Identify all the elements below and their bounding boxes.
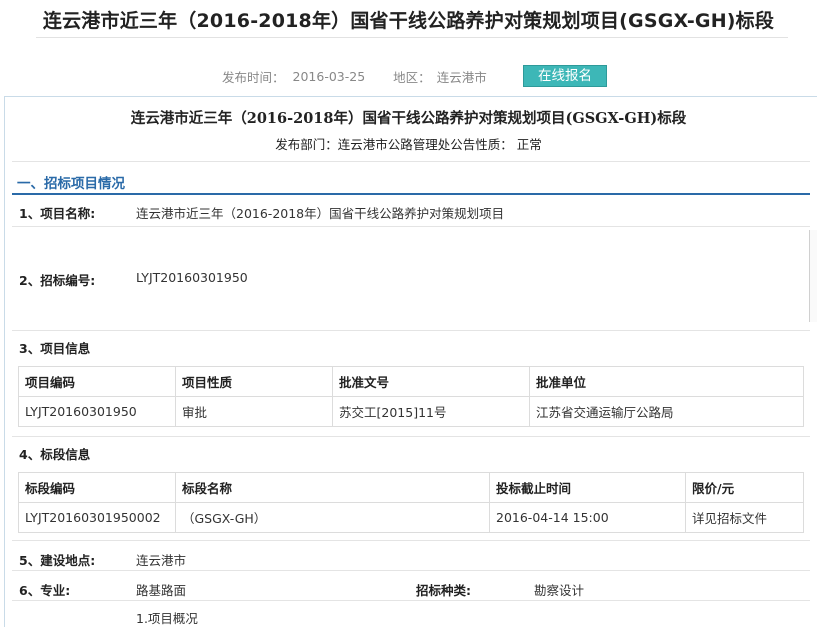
title-divider (36, 37, 788, 38)
table-cell: （GSGX-GH） (175, 502, 490, 533)
table-cell: LYJT20160301950002 (18, 502, 176, 533)
table-row: LYJT20160301950002 （GSGX-GH） 2016-04-14 … (18, 502, 804, 533)
column-header: 批准单位 (529, 366, 804, 397)
publish-time: 2016-03-25 (292, 69, 366, 84)
publisher-line: 发布部门：连云港市公路管理处公告性质： 正常 (275, 137, 542, 152)
specialty-value: 路基路面 (136, 583, 187, 598)
tender-no-value: LYJT20160301950 (136, 270, 248, 285)
specialty-label: 6、专业: (19, 583, 71, 598)
divider (12, 330, 810, 331)
project-name-label: 1、项目名称: (19, 206, 96, 221)
column-header: 标段名称 (175, 472, 490, 503)
publish-time-label: 发布时间： (222, 70, 285, 85)
table-cell: 苏交工[2015]11号 (332, 396, 530, 427)
document-title: 连云港市近三年（2016-2018年）国省干线公路养护对策规划项目(GSGX-G… (130, 110, 687, 127)
table-cell: 详见招标文件 (685, 502, 804, 533)
bid-section-table: 标段编码 标段名称 投标截止时间 限价/元 LYJT20160301950002… (18, 472, 804, 533)
column-header: 标段编码 (18, 472, 176, 503)
divider (12, 436, 810, 437)
section-heading: 一、招标项目情况 (17, 176, 125, 192)
table-cell: 江苏省交通运输厅公路局 (529, 396, 804, 427)
table-cell: 审批 (175, 396, 333, 427)
column-header: 投标截止时间 (489, 472, 686, 503)
project-info-table: 项目编码 项目性质 批准文号 批准单位 LYJT20160301950 审批 苏… (18, 366, 804, 427)
table-header-row: 标段编码 标段名称 投标截止时间 限价/元 (18, 472, 804, 503)
column-header: 项目性质 (175, 366, 333, 397)
project-overview-heading: 1.项目概况 (136, 611, 198, 626)
tender-type-label: 招标种类: (416, 583, 471, 598)
column-header: 项目编码 (18, 366, 176, 397)
section-heading-underline (12, 193, 810, 195)
divider (12, 540, 810, 541)
divider (12, 600, 810, 601)
column-header: 批准文号 (332, 366, 530, 397)
side-panel-edge (809, 230, 817, 322)
section-info-label: 4、标段信息 (19, 447, 91, 462)
location-value: 连云港市 (136, 553, 187, 568)
table-header-row: 项目编码 项目性质 批准文号 批准单位 (18, 366, 804, 397)
divider (12, 570, 810, 571)
table-cell: 2016-04-14 15:00 (489, 502, 686, 533)
project-info-label: 3、项目信息 (19, 341, 91, 356)
table-row: LYJT20160301950 审批 苏交工[2015]11号 江苏省交通运输厅… (18, 396, 804, 427)
column-header: 限价/元 (685, 472, 804, 503)
tender-no-label: 2、招标编号: (19, 273, 96, 288)
divider (12, 226, 810, 227)
page-title: 连云港市近三年（2016-2018年）国省干线公路养护对策规划项目(GSGX-G… (42, 10, 775, 32)
online-signup-button[interactable]: 在线报名 (523, 65, 607, 87)
region-label: 地区： (393, 70, 431, 85)
project-name-value: 连云港市近三年（2016-2018年）国省干线公路养护对策规划项目 (136, 206, 505, 221)
table-cell: LYJT20160301950 (18, 396, 176, 427)
divider (12, 161, 810, 162)
content-frame (4, 96, 817, 627)
publish-meta: 发布时间： 2016-03-25 地区： 连云港市 (222, 67, 487, 86)
region-value: 连云港市 (436, 70, 487, 85)
location-label: 5、建设地点: (19, 553, 96, 568)
tender-type-value: 勘察设计 (534, 583, 585, 598)
